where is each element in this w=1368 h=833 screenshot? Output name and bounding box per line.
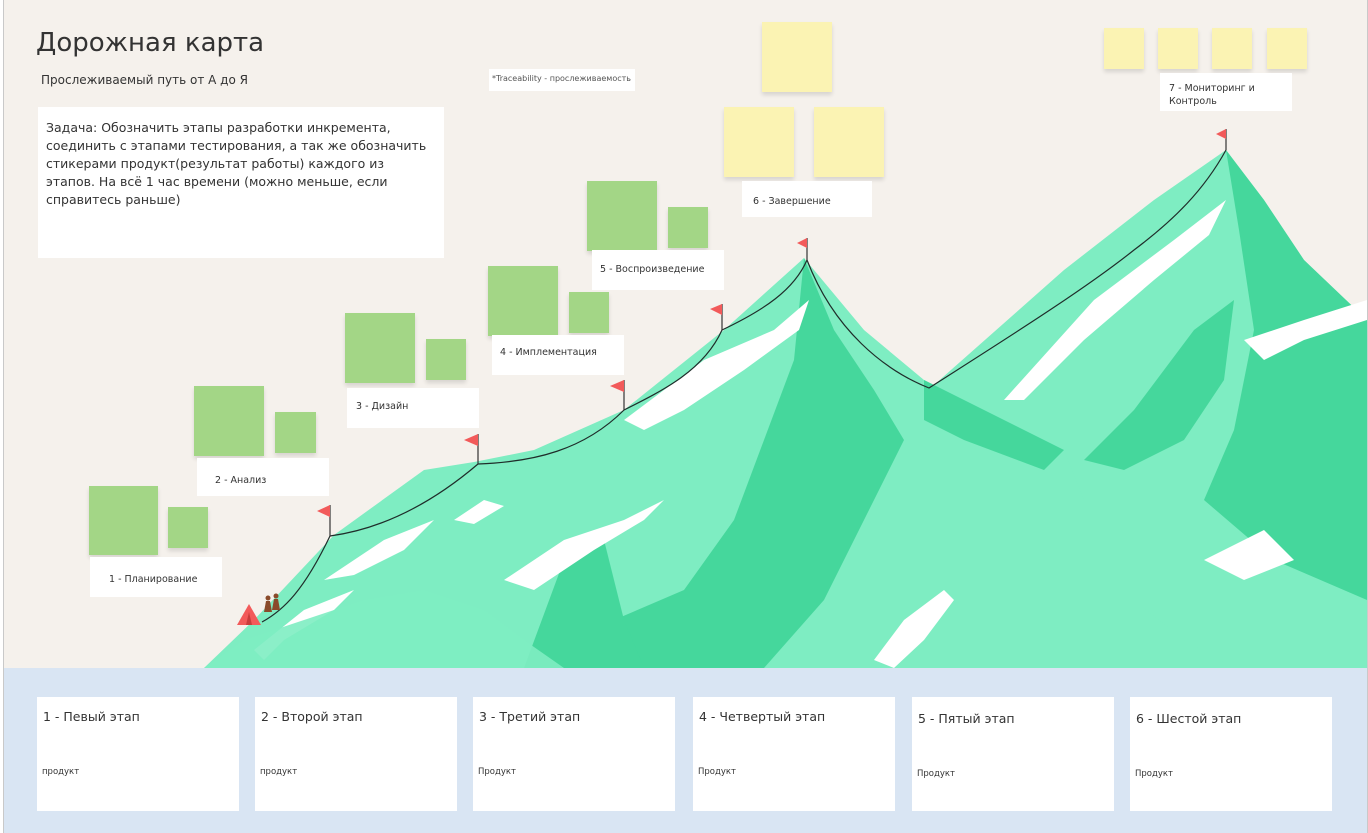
stages-panel: 1 - Певый этап продукт 2 - Второй этап п… (4, 668, 1367, 833)
sticky-note[interactable] (194, 386, 264, 456)
task-description[interactable]: Задача: Обозначить этапы разработки инкр… (38, 107, 444, 258)
flag-icon (610, 380, 625, 410)
stage-card-product: Продукт (478, 767, 516, 777)
page-subtitle: Прослеживаемый путь от А до Я (41, 73, 248, 87)
stage-card-product: Продукт (917, 769, 955, 779)
traceability-note[interactable]: *Traceability - прослеживаемость (489, 69, 635, 91)
stage-card-product: Продукт (698, 767, 736, 777)
stage-card[interactable]: 4 - Четвертый этап Продукт (693, 697, 895, 811)
stage-card[interactable]: 2 - Второй этап продукт (255, 697, 457, 811)
stage-card-product: продукт (260, 767, 298, 777)
stage-card-product: продукт (42, 767, 80, 777)
sticky-note[interactable] (668, 207, 708, 248)
sticky-note[interactable] (1158, 28, 1198, 69)
stage-card-product: Продукт (1135, 769, 1173, 779)
sticky-note[interactable] (569, 292, 609, 333)
sticky-note[interactable] (1104, 28, 1144, 69)
sticky-note[interactable] (168, 507, 208, 548)
stage-label[interactable]: 1 - Планирование (90, 557, 222, 597)
roadmap-board: Дорожная карта Прослеживаемый путь от А … (3, 0, 1368, 833)
stage-label[interactable]: 3 - Дизайн (347, 388, 479, 428)
page-title: Дорожная карта (36, 28, 265, 58)
stage-card[interactable]: 5 - Пятый этап Продукт (912, 697, 1114, 811)
sticky-note[interactable] (724, 107, 794, 177)
stage-card[interactable]: 3 - Третий этап Продукт (473, 697, 675, 811)
sticky-note[interactable] (488, 266, 558, 336)
sticky-note[interactable] (1212, 28, 1252, 69)
sticky-note[interactable] (587, 181, 657, 251)
stage-label[interactable]: 5 - Воспроизведение (592, 250, 724, 290)
stage-card-title: 4 - Четвертый этап (699, 709, 826, 724)
stage-card-title: 5 - Пятый этап (918, 711, 1015, 726)
flag-icon (1216, 129, 1227, 150)
sticky-note[interactable] (426, 339, 466, 380)
flag-icon (464, 434, 479, 464)
sticky-note[interactable] (345, 313, 415, 383)
flag-icon (797, 238, 808, 260)
sticky-note[interactable] (1267, 28, 1307, 69)
flag-icon (710, 304, 723, 330)
sticky-note[interactable] (275, 412, 316, 453)
stage-card-title: 2 - Второй этап (261, 709, 363, 724)
stage-label[interactable]: 4 - Имплементация (492, 335, 624, 375)
stage-card-title: 3 - Третий этап (479, 709, 581, 724)
stage-card-title: 6 - Шестой этап (1136, 711, 1242, 726)
sticky-note[interactable] (814, 107, 884, 177)
sticky-note[interactable] (762, 22, 832, 92)
stage-label[interactable]: 6 - Завершение (742, 181, 872, 217)
stage-label[interactable]: 2 - Анализ (197, 458, 329, 496)
stage-card[interactable]: 6 - Шестой этап Продукт (1130, 697, 1332, 811)
sticky-note[interactable] (89, 486, 158, 555)
stage-card[interactable]: 1 - Певый этап продукт (37, 697, 239, 811)
stage-label[interactable]: 7 - Мониторинг и Контроль (1160, 73, 1292, 111)
tent-icon (237, 604, 261, 625)
stage-card-title: 1 - Певый этап (43, 709, 140, 724)
flag-icon (317, 505, 331, 536)
